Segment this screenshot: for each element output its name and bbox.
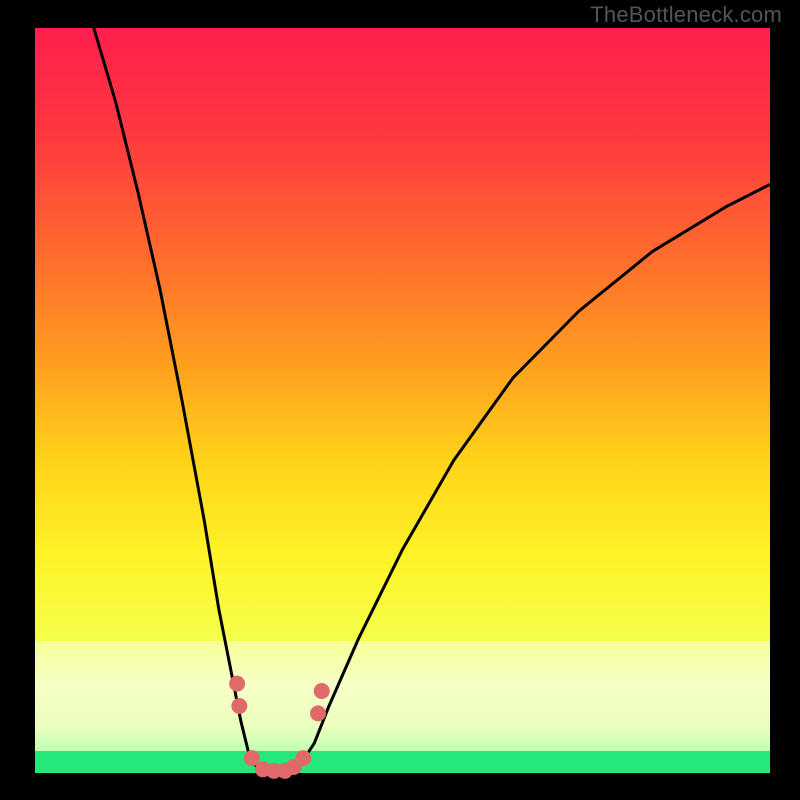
pale-band: [35, 641, 770, 751]
chart-frame: TheBottleneck.com: [0, 0, 800, 800]
data-marker: [295, 750, 311, 766]
data-marker: [314, 683, 330, 699]
data-marker: [231, 698, 247, 714]
green-strip: [35, 751, 770, 773]
data-marker: [229, 676, 245, 692]
data-marker: [310, 705, 326, 721]
bottleneck-chart: [0, 0, 800, 800]
watermark-text: TheBottleneck.com: [590, 2, 782, 28]
